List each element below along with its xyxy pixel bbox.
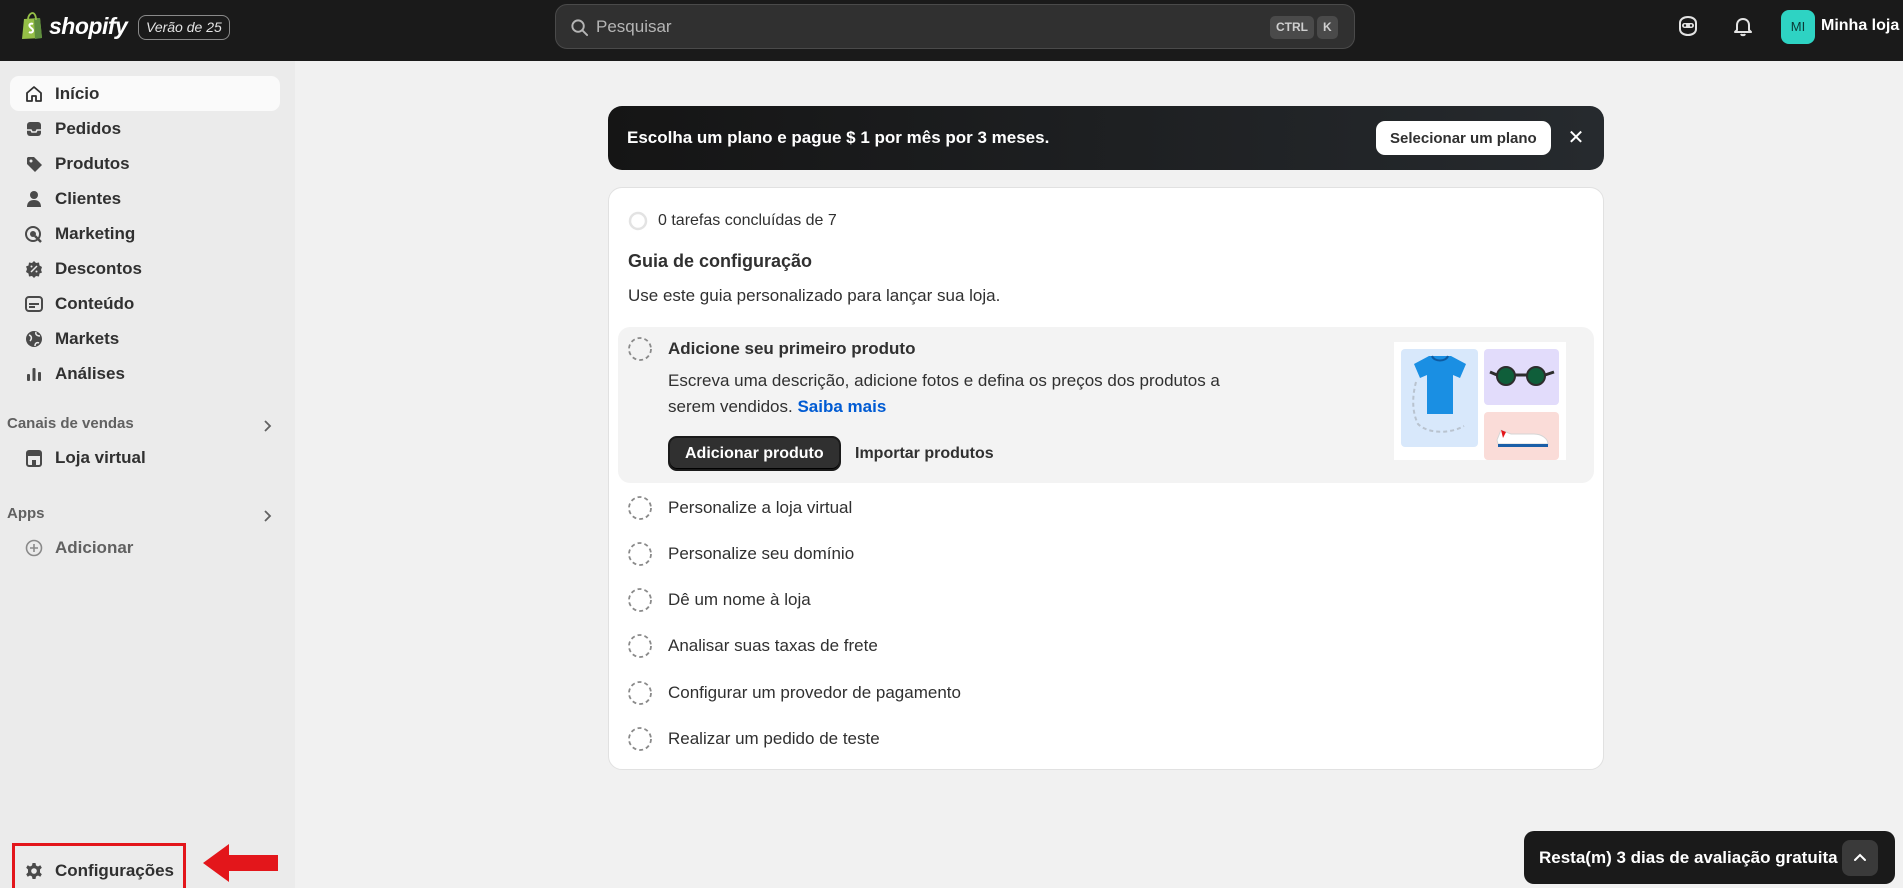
bar-chart-icon [27,368,41,381]
sidebar-item-label: Conteúdo [55,294,135,313]
task-incomplete-icon[interactable] [627,541,653,567]
progress-text: 0 tarefas concluídas de 7 [658,212,837,229]
edition-badge[interactable]: Verão de 25 [138,15,230,40]
add-product-button[interactable]: Adicionar produto [668,436,841,471]
chevron-right-icon[interactable] [260,419,274,433]
sidebar-item-marketing[interactable]: Marketing [10,216,280,251]
plus-circle-icon [25,539,43,557]
store-name[interactable]: Minha loja [1821,17,1899,35]
task-row[interactable]: Realizar um pedido de teste [618,719,1594,759]
task-label: Personalize a loja virtual [668,498,853,517]
apps-heading[interactable]: Apps [7,505,45,522]
task-incomplete-icon[interactable] [627,336,653,362]
target-icon [25,226,42,243]
task-label: Personalize seu domínio [668,544,855,563]
progress-ring-icon [628,211,648,231]
search-input[interactable]: Pesquisar [596,17,672,37]
close-icon[interactable]: ✕ [1562,124,1590,152]
trial-status-bar[interactable]: Resta(m) 3 dias de avaliação gratuita [1524,831,1895,884]
trial-expand-button[interactable] [1842,840,1878,876]
sidekick-icon[interactable] [1676,14,1700,38]
search-bar[interactable]: Pesquisar CTRL K [555,4,1355,49]
task-description-text: Escreva uma descrição, adicione fotos e … [668,371,1220,416]
plan-banner: Escolha um plano e pague $ 1 por mês por… [608,106,1604,170]
learn-more-link[interactable]: Saiba mais [797,397,886,416]
task-row[interactable]: Personalize a loja virtual [618,488,1594,528]
chevron-right-icon[interactable] [260,509,274,523]
sidebar-item-label: Pedidos [55,119,122,138]
logo-wordmark: shopify [49,12,128,39]
sidebar-item-label: Início [55,84,100,103]
task-row[interactable]: Configurar um provedor de pagamento [618,673,1594,713]
bell-icon[interactable] [1731,14,1755,38]
chevron-up-icon [1854,853,1866,861]
person-icon [27,191,41,207]
task-label: Analisar suas taxas de frete [668,636,878,655]
select-plan-button[interactable]: Selecionar um plano [1376,121,1551,155]
home-icon [26,86,42,102]
sidebar-item-adicionar[interactable]: Adicionar [10,530,280,565]
storefront-icon [26,450,42,467]
sidebar-item-pedidos[interactable]: Pedidos [10,111,280,146]
sidebar: Início Pedidos Produtos Clientes Marketi… [0,61,295,888]
task-row[interactable]: Analisar suas taxas de frete [618,626,1594,666]
import-products-button[interactable]: Importar produtos [855,445,994,463]
task-title[interactable]: Adicione seu primeiro produto [668,339,915,359]
sidebar-item-label: Adicionar [55,538,134,557]
task-incomplete-icon[interactable] [627,633,653,659]
plan-banner-text: Escolha um plano e pague $ 1 por mês por… [627,128,1050,147]
shopify-logo[interactable]: shopify [20,12,128,40]
task-row[interactable]: Dê um nome à loja [618,580,1594,620]
sidebar-item-clientes[interactable]: Clientes [10,181,280,216]
avatar[interactable]: MI [1781,10,1815,44]
products-illustration [1394,342,1566,460]
globe-icon [26,331,42,347]
task-incomplete-icon[interactable] [627,495,653,521]
sidebar-item-label: Markets [55,329,120,348]
task-add-first-product: Adicione seu primeiro produto Escreva um… [618,327,1594,483]
task-row[interactable]: Personalize seu domínio [618,534,1594,574]
shopify-bag-icon [22,12,42,39]
shortcut-ctrl-key: CTRL [1270,16,1314,39]
sidebar-item-conteudo[interactable]: Conteúdo [10,286,280,321]
tag-icon [27,157,42,172]
setup-guide-title: Guia de configuração [628,251,813,271]
shortcut-k-key: K [1317,16,1338,39]
task-label: Configurar um provedor de pagamento [668,683,961,702]
sidebar-item-label: Descontos [55,259,142,278]
task-incomplete-icon[interactable] [627,726,653,752]
top-bar: shopify Verão de 25 Pesquisar CTRL K MI … [0,0,1903,61]
task-description: Escreva uma descrição, adicione fotos e … [668,368,1258,420]
sidebar-item-label: Loja virtual [55,448,146,467]
inbox-icon [27,122,41,136]
sidebar-item-label: Produtos [55,154,130,173]
setup-guide-subtitle: Use este guia personalizado para lançar … [628,286,1001,305]
sidebar-item-inicio[interactable]: Início [10,76,280,111]
sidebar-item-loja-virtual[interactable]: Loja virtual [10,440,280,475]
annotation-arrow-icon [203,844,278,882]
task-incomplete-icon[interactable] [627,587,653,613]
sidebar-item-produtos[interactable]: Produtos [10,146,280,181]
sidebar-item-label: Análises [55,364,125,383]
discount-icon [26,261,42,278]
image-icon [25,296,43,312]
sidebar-item-label: Marketing [55,224,136,243]
annotation-highlight-box [12,843,186,888]
sidebar-item-label: Clientes [55,189,122,208]
search-icon [571,19,589,37]
sidebar-item-markets[interactable]: Markets [10,321,280,356]
setup-guide-card: 0 tarefas concluídas de 7 Guia de config… [608,187,1604,770]
sidebar-item-descontos[interactable]: Descontos [10,251,280,286]
task-label: Dê um nome à loja [668,590,811,609]
trial-text: Resta(m) 3 dias de avaliação gratuita [1539,848,1838,867]
sales-channels-heading[interactable]: Canais de vendas [7,415,134,432]
task-incomplete-icon[interactable] [627,680,653,706]
sidebar-item-analises[interactable]: Análises [10,356,280,391]
task-label: Realizar um pedido de teste [668,729,880,748]
